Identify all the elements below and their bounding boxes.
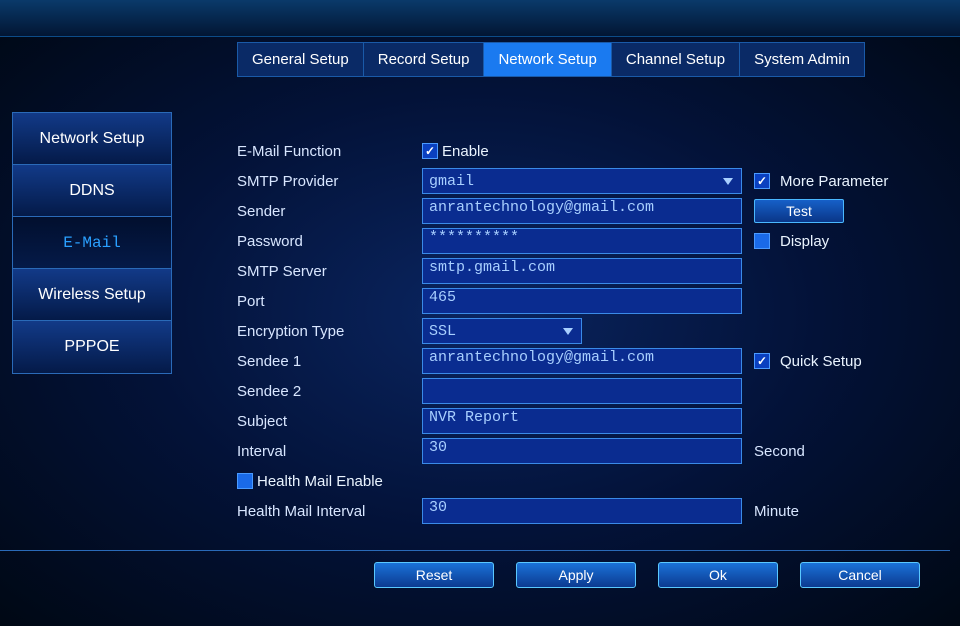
apply-button[interactable]: Apply [516,562,636,588]
label-encryption-type: Encryption Type [237,323,422,340]
ok-button[interactable]: Ok [658,562,778,588]
sidebar-item-wireless-setup[interactable]: Wireless Setup [13,269,171,321]
input-sendee1[interactable]: anrantechnology@gmail.com [422,348,742,374]
label-health-mail-enable: Health Mail Enable [257,473,383,490]
chevron-down-icon [563,328,573,335]
sidebar-item-pppoe[interactable]: PPPOE [13,321,171,373]
label-display: Display [780,233,829,250]
checkbox-more-parameter[interactable]: ✓ [754,173,770,189]
test-button[interactable]: Test [754,199,844,223]
label-port: Port [237,293,422,310]
sidebar: Network Setup DDNS E-Mail Wireless Setup… [12,112,172,374]
label-subject: Subject [237,413,422,430]
input-sender[interactable]: anrantechnology@gmail.com [422,198,742,224]
tab-general-setup[interactable]: General Setup [238,43,364,76]
checkbox-health-mail-enable[interactable] [237,473,253,489]
checkbox-enable[interactable]: ✓ [422,143,438,159]
input-interval[interactable]: 30 [422,438,742,464]
label-smtp-server: SMTP Server [237,263,422,280]
tab-channel-setup[interactable]: Channel Setup [612,43,740,76]
label-password: Password [237,233,422,250]
input-password[interactable]: ********** [422,228,742,254]
button-bar: Reset Apply Ok Cancel [374,552,920,588]
tab-network-setup[interactable]: Network Setup [484,43,611,76]
top-tabs: General Setup Record Setup Network Setup… [237,42,865,77]
sidebar-item-ddns[interactable]: DDNS [13,165,171,217]
label-sendee2: Sendee 2 [237,383,422,400]
tab-system-admin[interactable]: System Admin [740,43,864,76]
select-encryption-type[interactable]: SSL [422,318,582,344]
checkbox-display[interactable] [754,233,770,249]
input-subject[interactable]: NVR Report [422,408,742,434]
label-smtp-provider: SMTP Provider [237,173,422,190]
label-more-parameter: More Parameter [780,173,888,190]
label-minute: Minute [754,503,799,520]
label-interval: Interval [237,443,422,460]
select-encryption-type-value: SSL [429,323,456,340]
label-second: Second [754,443,805,460]
label-sendee1: Sendee 1 [237,353,422,370]
sidebar-item-email[interactable]: E-Mail [13,217,171,269]
input-port[interactable]: 465 [422,288,742,314]
cancel-button[interactable]: Cancel [800,562,920,588]
label-health-mail-interval: Health Mail Interval [237,503,422,520]
email-settings-form: E-Mail Function ✓ Enable SMTP Provider g… [237,136,932,526]
input-health-mail-interval[interactable]: 30 [422,498,742,524]
select-smtp-provider[interactable]: gmail [422,168,742,194]
label-email-function: E-Mail Function [237,143,422,160]
label-quick-setup: Quick Setup [780,353,862,370]
chevron-down-icon [723,178,733,185]
label-enable: Enable [442,143,489,160]
sidebar-item-network-setup[interactable]: Network Setup [13,113,171,165]
label-sender: Sender [237,203,422,220]
input-sendee2[interactable] [422,378,742,404]
checkbox-quick-setup[interactable]: ✓ [754,353,770,369]
tab-record-setup[interactable]: Record Setup [364,43,485,76]
input-smtp-server[interactable]: smtp.gmail.com [422,258,742,284]
reset-button[interactable]: Reset [374,562,494,588]
select-smtp-provider-value: gmail [429,173,474,190]
